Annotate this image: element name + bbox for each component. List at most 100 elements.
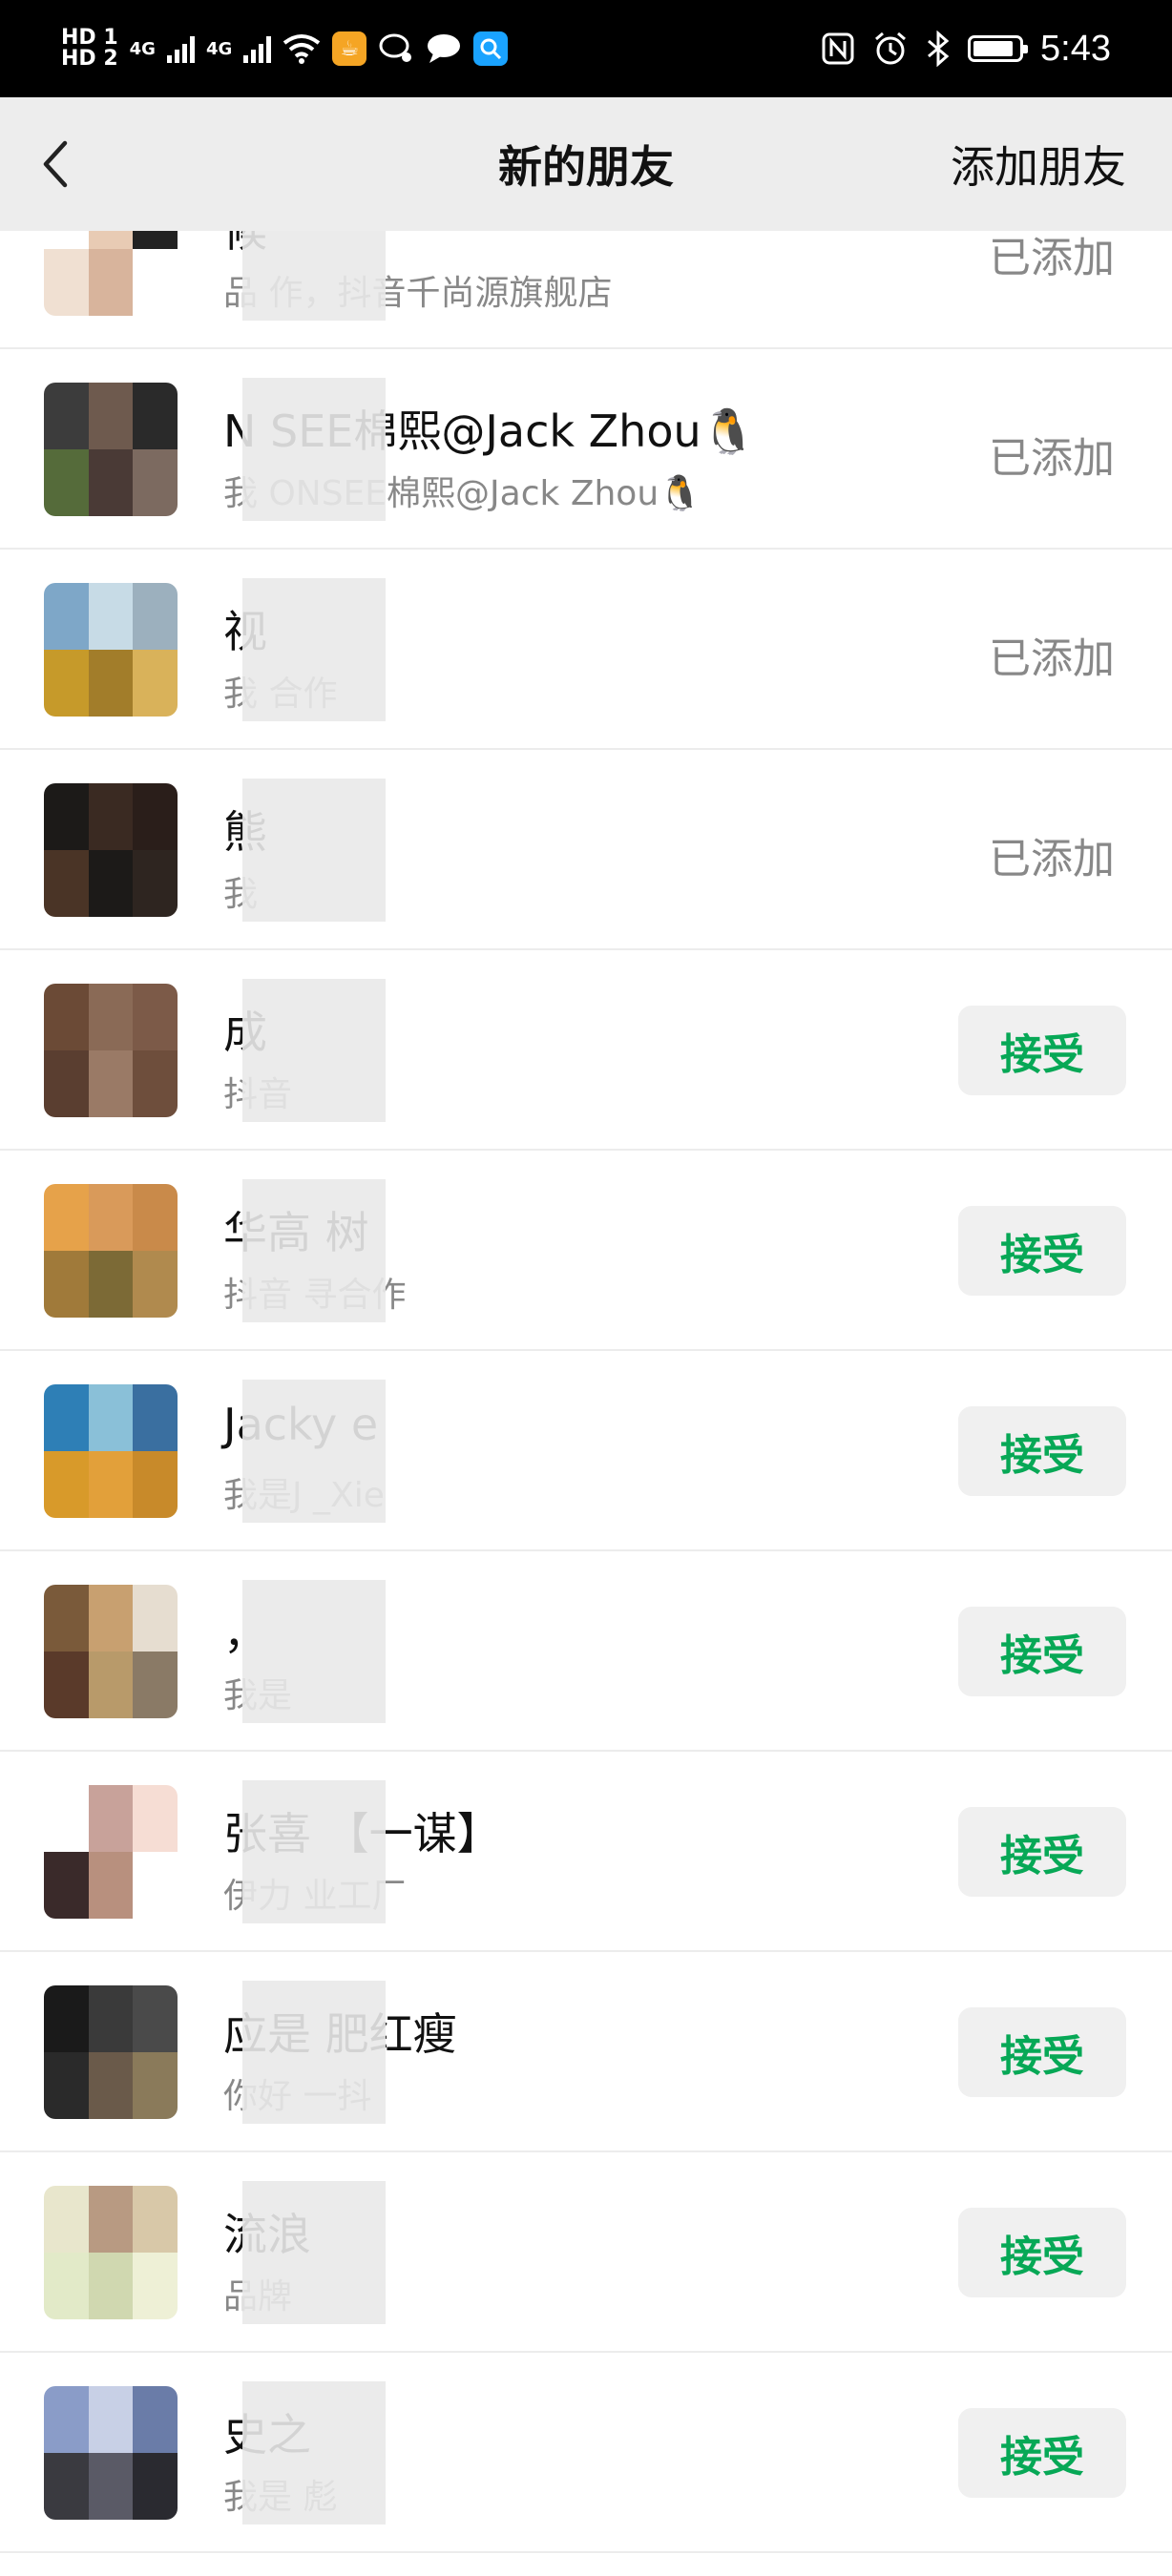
avatar-pixel-block [44,984,89,1050]
avatar-pixel-block [44,1184,89,1251]
privacy-mosaic [242,2181,386,2324]
avatar-pixel-block [133,1985,178,2052]
avatar-pixel-block [88,583,134,650]
bluetooth-icon [928,31,950,67]
avatar-pixel-block [88,984,134,1050]
privacy-mosaic [242,1580,386,1723]
signal-icon-2 [243,34,272,63]
avatar-pixel-block [133,1585,178,1652]
avatar-pixel-block [133,2052,178,2119]
friend-request-row[interactable]: 流浪品牌接受 [0,2152,1172,2353]
avatar-pixel-block [44,1050,89,1117]
avatar-pixel-block [133,249,178,316]
avatar[interactable] [44,1785,178,1919]
accept-button[interactable]: 接受 [958,1607,1126,1696]
network-type-2: 4G [205,38,233,59]
avatar-pixel-block [133,231,178,249]
avatar-pixel-block [88,2253,134,2319]
avatar-pixel-block [88,1852,134,1919]
avatar-pixel-block [44,2253,89,2319]
friend-request-row[interactable]: 史之我是 彪接受 [0,2353,1172,2553]
avatar[interactable] [44,2186,178,2319]
friend-request-row[interactable]: 应是 肥红瘦你好 一抖接受 [0,1952,1172,2152]
avatar[interactable] [44,231,178,316]
accept-button[interactable]: 接受 [958,1206,1126,1296]
privacy-mosaic [242,378,386,521]
friend-request-row[interactable]: N SEE棉熙@Jack Zhou🐧 我 ONSEE棉熙@Jack Zhou🐧 已添… [0,349,1172,550]
avatar-pixel-block [88,2453,134,2520]
avatar[interactable] [44,1184,178,1318]
avatar-pixel-block [133,383,178,449]
avatar-pixel-block [133,1184,178,1251]
friend-request-row[interactable]: ，我是接受 [0,1551,1172,1752]
avatar-pixel-block [88,1985,134,2052]
clock: 5:43 [1040,28,1111,69]
avatar[interactable] [44,1384,178,1518]
avatar[interactable] [44,1585,178,1718]
back-arrow-icon[interactable] [36,137,74,191]
added-status-label: 已添加 [989,835,1115,883]
avatar[interactable] [44,2386,178,2520]
avatar-pixel-block [44,1451,89,1518]
privacy-mosaic [242,1179,386,1322]
hd2-label: HD 2 [61,47,118,71]
friend-request-row[interactable]: 成抖音接受 [0,950,1172,1151]
search-app-icon [473,31,509,66]
chat-bubble-icon [379,33,412,62]
avatar-pixel-block [44,231,89,249]
avatar-pixel-block [44,1384,89,1451]
avatar[interactable] [44,1985,178,2119]
friend-request-list: 候品 作，抖音千尚源旗舰店已添加N SEE棉熙@Jack Zhou🐧我 ONSE… [0,231,1172,2576]
avatar-pixel-block [44,2052,89,2119]
friend-request-row[interactable]: 张喜 【一谋】伊力 业工厂接受 [0,1752,1172,1952]
accept-button[interactable]: 接受 [958,2208,1126,2297]
accept-button[interactable]: 接受 [958,1406,1126,1496]
accept-button[interactable]: 接受 [958,1006,1126,1095]
avatar-pixel-block [133,2386,178,2453]
privacy-mosaic [242,779,386,922]
avatar-pixel-block [133,1050,178,1117]
added-status-label: 已添加 [989,634,1115,683]
wifi-icon [283,34,321,64]
status-bar: HD 1 HD 2 4G 4G ☕ 5:43 [0,0,1172,97]
avatar-pixel-block [88,249,134,316]
battery-fill [973,41,1014,56]
avatar-pixel-block [133,783,178,850]
avatar[interactable] [44,984,178,1117]
avatar-pixel-block [133,449,178,516]
alarm-icon [875,31,907,65]
avatar-pixel-block [133,2253,178,2319]
friend-request-row[interactable]: Jacky e我是J _Xie接受 [0,1351,1172,1551]
avatar-pixel-block [88,1451,134,1518]
avatar[interactable] [44,783,178,917]
avatar-pixel-block [44,383,89,449]
friend-request-row[interactable]: 华高 树抖音 寻合作接受 [0,1151,1172,1351]
accept-button[interactable]: 接受 [958,2408,1126,2498]
friend-request-row[interactable]: 熊我已添加 [0,750,1172,950]
avatar-pixel-block [44,583,89,650]
privacy-mosaic [242,231,386,321]
friend-request-row[interactable]: 视我 合作已添加 [0,550,1172,750]
avatar-pixel-block [88,1384,134,1451]
notification-app-icon: ☕ [332,31,367,66]
privacy-mosaic [242,2381,386,2524]
accept-button[interactable]: 接受 [958,2007,1126,2097]
avatar-pixel-block [88,1184,134,1251]
signal-icon [166,34,195,63]
avatar-pixel-block [133,1451,178,1518]
added-status-label: 已添加 [989,434,1115,483]
avatar-pixel-block [44,783,89,850]
avatar-pixel-block [44,2453,89,2520]
page-title: 新的朋友 [498,141,674,193]
avatar[interactable] [44,383,178,516]
friend-request-row[interactable]: 候品 作，抖音千尚源旗舰店已添加 [0,231,1172,349]
accept-button[interactable]: 接受 [958,1807,1126,1897]
avatar-pixel-block [44,1585,89,1652]
avatar-pixel-block [133,1251,178,1318]
avatar-pixel-block [88,449,134,516]
avatar-pixel-block [88,2186,134,2253]
add-friends-button[interactable]: 添加朋友 [951,133,1126,196]
avatar-pixel-block [88,1652,134,1718]
avatar-pixel-block [133,850,178,917]
avatar[interactable] [44,583,178,717]
